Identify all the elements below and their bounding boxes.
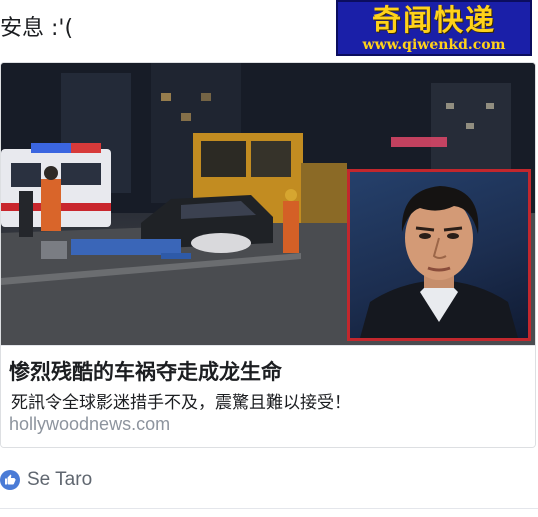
link-preview-text[interactable]: 惨烈残酷的车祸夺走成龙生命 死訊令全球影迷措手不及，震驚且難以接受！ holly… [1, 345, 535, 447]
portrait-illustration [360, 186, 518, 338]
site-watermark-logo: 奇闻快递 www.qiwenkd.com [336, 0, 532, 56]
link-preview-card[interactable]: 惨烈残酷的车祸夺走成龙生命 死訊令全球影迷措手不及，震驚且難以接受！ holly… [0, 62, 536, 448]
article-domain: hollywoodnews.com [9, 414, 171, 434]
accident-scene-photo[interactable] [1, 63, 535, 345]
post-status-text: 安息 :'( [0, 16, 74, 41]
article-subtitle: 死訊令全球影迷措手不及，震驚且難以接受！ [11, 393, 351, 413]
post-divider [0, 508, 538, 509]
inset-portrait-photo [347, 169, 531, 341]
watermark-url: www.qiwenkd.com [362, 37, 506, 53]
article-headline[interactable]: 惨烈残酷的车祸夺走成龙生命 [9, 356, 282, 386]
reactions-row[interactable]: Se Taro [0, 467, 92, 493]
watermark-title: 奇闻快递 [371, 3, 496, 37]
reaction-user-name[interactable]: Se Taro [27, 469, 92, 491]
thumbs-up-icon [0, 470, 20, 490]
